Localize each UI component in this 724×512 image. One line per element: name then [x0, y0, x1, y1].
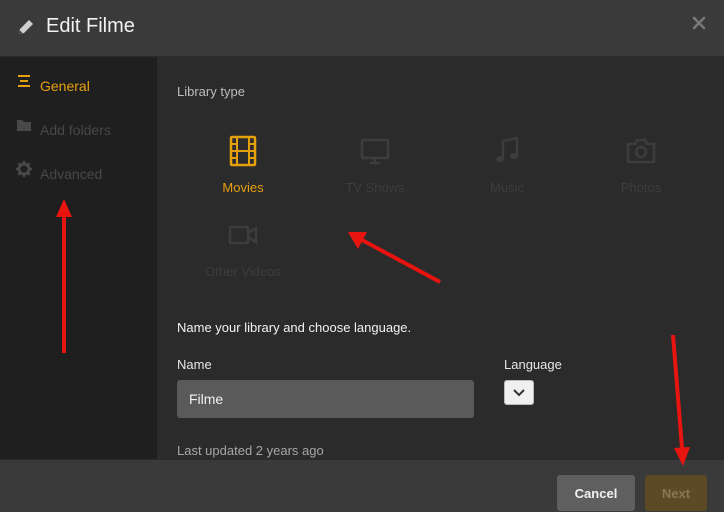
folder-icon — [17, 120, 31, 131]
sidebar-item-add-folders[interactable]: Add folders — [0, 105, 157, 145]
dialog-header: Edit Filme — [0, 0, 724, 57]
camera-icon — [626, 138, 656, 164]
music-note-icon — [496, 136, 519, 162]
library-type-label: Photos — [620, 180, 662, 195]
film-icon — [229, 135, 257, 167]
sidebar-item-label: Advanced — [40, 166, 103, 182]
sidebar-item-general[interactable]: General — [0, 61, 157, 101]
last-updated-text: Last updated 2 years ago — [177, 443, 324, 458]
sidebar-item-advanced[interactable]: Advanced — [0, 149, 157, 189]
library-type-label: Music — [490, 180, 524, 195]
library-type-label: Other Videos — [205, 264, 281, 279]
library-type-tv-shows[interactable]: TV Shows — [309, 135, 441, 215]
library-type-music[interactable]: Music — [441, 135, 573, 215]
cancel-button[interactable]: Cancel — [557, 475, 635, 511]
library-name-input[interactable] — [177, 380, 474, 418]
instructions-text: Name your library and choose language. — [177, 320, 412, 335]
next-button[interactable]: Next — [645, 475, 707, 511]
sidebar-item-label: Add folders — [40, 122, 111, 138]
library-type-other-videos[interactable]: Other Videos — [177, 219, 309, 299]
dialog-title: Edit Filme — [46, 15, 135, 37]
list-icon — [18, 75, 30, 87]
library-type-photos[interactable]: Photos — [575, 135, 707, 215]
pencil-icon — [19, 20, 33, 34]
sidebar-item-label: General — [40, 78, 90, 94]
language-select[interactable] — [504, 380, 534, 405]
library-type-movies[interactable]: Movies — [177, 135, 309, 215]
library-type-label: Library type — [177, 84, 245, 99]
main-panel: Library type Movies TV Shows Music Photo… — [157, 57, 724, 459]
tv-icon — [360, 138, 390, 165]
chevron-down-icon — [513, 389, 525, 397]
gear-icon — [16, 161, 32, 177]
language-label: Language — [504, 357, 562, 372]
close-icon[interactable] — [690, 14, 708, 32]
sidebar: General Add folders Advanced — [0, 57, 157, 459]
video-camera-icon — [228, 225, 258, 245]
library-type-label: Movies — [222, 180, 264, 195]
name-label: Name — [177, 357, 212, 372]
dialog-footer: Cancel Next — [0, 459, 724, 512]
library-type-label: TV Shows — [345, 180, 405, 195]
